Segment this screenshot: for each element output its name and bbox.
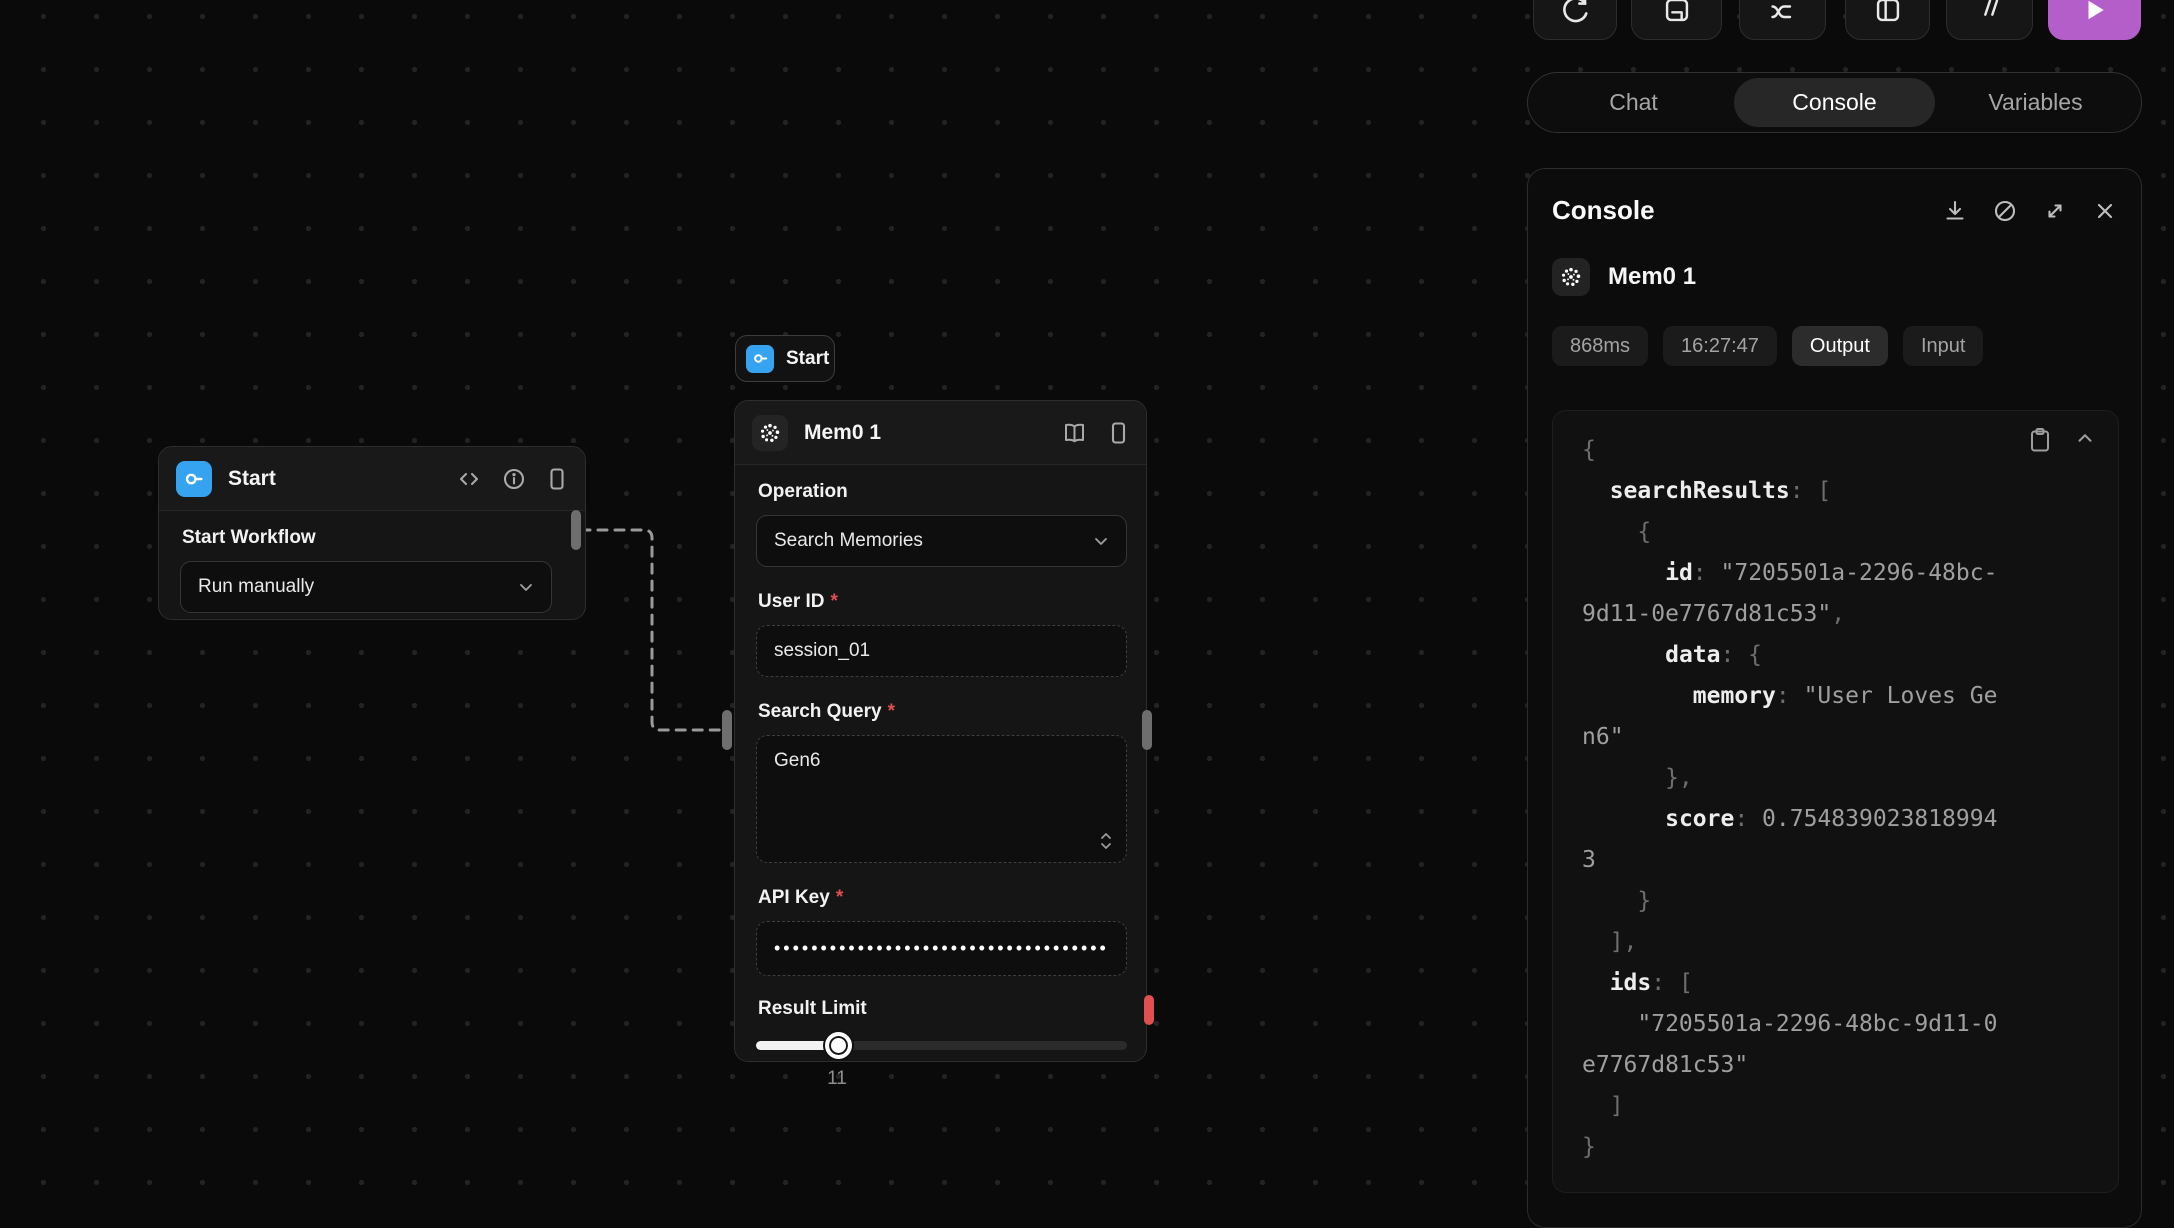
run-mode-select[interactable]: Run manually	[180, 561, 552, 613]
result-limit-label: Result Limit	[758, 998, 1125, 1020]
code-icon[interactable]	[457, 467, 481, 491]
start-icon	[176, 461, 212, 497]
run-button[interactable]	[2048, 0, 2141, 40]
console-panel: Console	[1527, 168, 2142, 1228]
resize-handle-icon[interactable]	[1098, 830, 1114, 852]
input-toggle[interactable]: Input	[1903, 326, 1983, 366]
run-icon	[2082, 0, 2108, 39]
console-code-lines: { searchResults: [ { id: "7205501a-2296-…	[1582, 430, 2118, 1168]
required-asterisk: *	[888, 701, 895, 722]
info-icon[interactable]	[502, 467, 526, 491]
collapse-panel-icon[interactable]	[547, 467, 567, 491]
search-query-textarea[interactable]: Gen6	[756, 735, 1127, 863]
mem0-node-output-handle[interactable]	[1142, 710, 1152, 750]
required-asterisk: *	[831, 591, 838, 612]
tab-variables[interactable]: Variables	[1935, 78, 2136, 127]
tab-console[interactable]: Console	[1734, 78, 1935, 127]
required-asterisk: *	[836, 887, 843, 908]
slider-thumb[interactable]	[825, 1032, 852, 1059]
collapse-output-icon[interactable]	[2074, 427, 2096, 453]
console-entry[interactable]: Mem0 1	[1552, 258, 2117, 296]
panel-layout-button[interactable]	[1845, 0, 1930, 40]
chevron-down-icon	[516, 577, 536, 597]
docs-book-icon[interactable]	[1061, 421, 1088, 445]
panel-tabs: Chat Console Variables	[1527, 72, 2142, 133]
mem0-node-title: Mem0 1	[804, 421, 1045, 445]
mem0-node-header: Mem0 1	[735, 401, 1146, 465]
undo-icon	[1560, 0, 1590, 39]
api-key-input[interactable]: ••••••••••••••••••••••••••••••••••••••••	[756, 921, 1127, 976]
console-title: Console	[1552, 195, 1943, 226]
mem0-node[interactable]: Mem0 1 Operation Search Memories	[734, 400, 1147, 1062]
start-chip-label: Start	[786, 348, 829, 370]
start-chip[interactable]: Start	[735, 335, 835, 382]
console-entry-name: Mem0 1	[1608, 263, 1696, 291]
operation-label: Operation	[758, 481, 1125, 503]
start-node-title: Start	[228, 467, 441, 491]
start-node[interactable]: Start Start Workflow Run manually	[158, 446, 586, 620]
output-toggle[interactable]: Output	[1792, 326, 1888, 366]
copy-icon[interactable]	[2028, 427, 2052, 453]
start-workflow-label: Start Workflow	[182, 527, 564, 549]
start-node-output-handle[interactable]	[571, 510, 581, 550]
collapse-panel-icon[interactable]	[1109, 421, 1128, 445]
slashes-icon	[1976, 0, 2004, 39]
mem0-node-error-handle[interactable]	[1144, 995, 1154, 1025]
user-id-input[interactable]: session_01	[756, 625, 1127, 677]
search-query-label: Search Query*	[758, 701, 1125, 723]
mem0-node-input-handle[interactable]	[722, 710, 732, 750]
expand-icon[interactable]	[2043, 199, 2067, 223]
result-limit-value: 11	[817, 1068, 857, 1090]
chevron-down-icon	[1091, 531, 1111, 551]
mem0-logo-icon	[1552, 258, 1590, 296]
duration-badge: 868ms	[1552, 326, 1648, 366]
disable-button[interactable]	[1946, 0, 2033, 40]
api-key-label: API Key*	[758, 887, 1125, 909]
layout-icon	[1874, 0, 1902, 39]
user-id-label: User ID*	[758, 591, 1125, 613]
download-icon[interactable]	[1943, 199, 1967, 223]
console-output-code: { searchResults: [ { id: "7205501a-2296-…	[1552, 410, 2119, 1193]
mem0-logo-icon	[752, 415, 788, 451]
close-icon[interactable]	[2093, 199, 2117, 223]
operation-select[interactable]: Search Memories	[756, 515, 1127, 567]
save-icon	[1663, 0, 1691, 39]
save-button[interactable]	[1631, 0, 1722, 40]
tab-chat[interactable]: Chat	[1533, 78, 1734, 127]
auto-layout-button[interactable]	[1739, 0, 1826, 40]
result-limit-slider[interactable]	[756, 1032, 1127, 1058]
timestamp-badge: 16:27:47	[1663, 326, 1777, 366]
start-icon	[746, 345, 774, 373]
clear-console-icon[interactable]	[1993, 199, 2017, 223]
routes-icon	[1768, 0, 1798, 39]
undo-button[interactable]	[1533, 0, 1617, 40]
start-node-header: Start	[159, 447, 585, 511]
